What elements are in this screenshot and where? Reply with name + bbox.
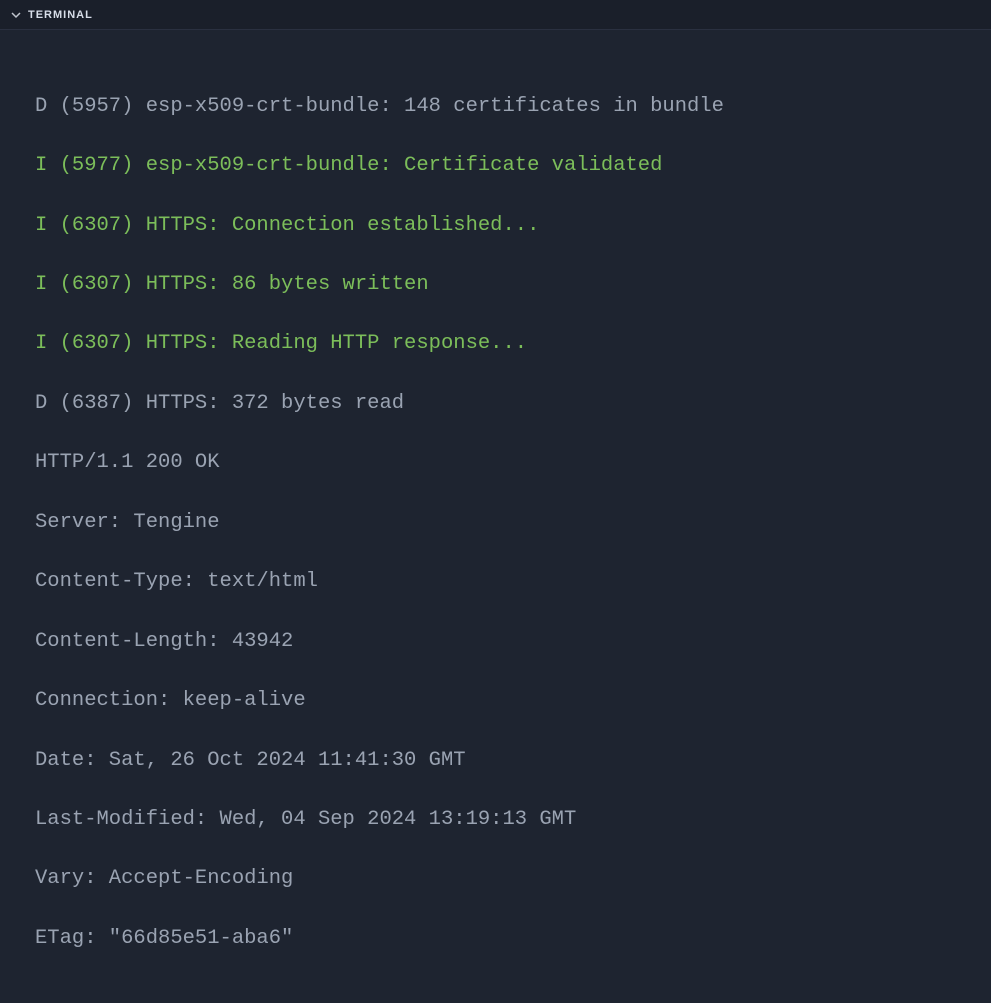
log-line: I (5977) esp-x509-crt-bundle: Certificat… — [35, 151, 971, 181]
log-line: Vary: Accept-Encoding — [35, 864, 971, 894]
log-line: HTTP/1.1 200 OK — [35, 448, 971, 478]
log-line: I (6307) HTTPS: 86 bytes written — [35, 270, 971, 300]
log-line: D (5957) esp-x509-crt-bundle: 148 certif… — [35, 92, 971, 122]
terminal-output[interactable]: D (5957) esp-x509-crt-bundle: 148 certif… — [0, 30, 991, 1003]
log-line: I (6307) HTTPS: Connection established..… — [35, 211, 971, 241]
log-line: Content-Length: 43942 — [35, 627, 971, 657]
chevron-down-icon[interactable] — [10, 9, 22, 21]
log-line: D (6387) HTTPS: 372 bytes read — [35, 389, 971, 419]
log-line: I (6307) HTTPS: Reading HTTP response... — [35, 329, 971, 359]
log-line: Date: Sat, 26 Oct 2024 11:41:30 GMT — [35, 746, 971, 776]
log-line: Connection: keep-alive — [35, 686, 971, 716]
log-line: Server: Tengine — [35, 508, 971, 538]
log-line: ETag: "66d85e51-aba6" — [35, 924, 971, 954]
log-line: Last-Modified: Wed, 04 Sep 2024 13:19:13… — [35, 805, 971, 835]
log-line: Content-Type: text/html — [35, 567, 971, 597]
terminal-tab-title[interactable]: TERMINAL — [28, 9, 93, 21]
terminal-header: TERMINAL — [0, 0, 991, 30]
